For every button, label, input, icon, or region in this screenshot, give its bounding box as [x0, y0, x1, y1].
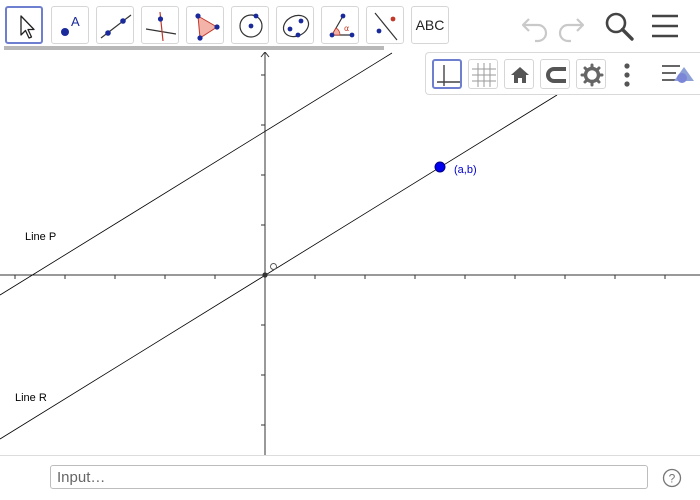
point-tool-button[interactable]: A [51, 6, 89, 44]
angle-tool-button[interactable]: α [321, 6, 359, 44]
show-axes-button[interactable] [432, 59, 462, 89]
x-axis-ticks [14, 275, 666, 279]
circle-tool-button[interactable] [231, 6, 269, 44]
text-tool-button[interactable]: ABC [411, 6, 449, 44]
more-options-icon[interactable] [620, 61, 634, 89]
y-axis-ticks [261, 74, 265, 426]
perpendicular-line-tool-button[interactable] [141, 6, 179, 44]
line-r[interactable] [0, 94, 558, 440]
line-tool-button[interactable] [96, 6, 134, 44]
conic-tool-button[interactable] [276, 6, 314, 44]
point-capturing-button[interactable] [540, 59, 570, 89]
toolbar-scroll-indicator [4, 46, 384, 50]
angle-icon: α [329, 13, 355, 38]
graphics-canvas[interactable]: (a,b) Line P Line R [0, 51, 700, 455]
line-r-label: Line R [15, 392, 47, 404]
help-symbol: ? [669, 472, 676, 486]
grid-icon [472, 63, 496, 87]
reflect-about-line-icon [374, 12, 398, 41]
cursor-arrow-icon [20, 15, 35, 39]
origin-label-marker [270, 263, 277, 270]
text-tool-label: ABC [415, 17, 445, 33]
circle-with-center-icon [239, 13, 263, 38]
magnet-icon [546, 67, 566, 83]
graphics-view[interactable]: (a,b) Line P Line R [0, 51, 700, 455]
point-tool-letter: A [71, 14, 80, 29]
polygon-tool-button[interactable] [186, 6, 224, 44]
main-menu-icon[interactable] [650, 8, 680, 44]
point-icon: A [61, 14, 80, 36]
input-bar: ? [0, 455, 700, 500]
graphics-settings-button[interactable] [576, 59, 606, 89]
search-icon[interactable] [603, 8, 635, 44]
move-tool-button[interactable] [5, 6, 43, 44]
axes-icon [437, 65, 460, 86]
perpendicular-line-icon [145, 11, 177, 42]
line-p[interactable] [0, 52, 393, 296]
line-p-label: Line P [25, 231, 56, 243]
origin-point[interactable] [262, 272, 268, 278]
algebra-input-field[interactable] [50, 465, 648, 489]
line-through-points-icon [100, 14, 132, 39]
reflect-tool-button[interactable] [366, 6, 404, 44]
undo-icon[interactable] [520, 8, 550, 44]
gear-icon [580, 63, 604, 87]
graphics-style-bar [425, 52, 700, 95]
help-icon[interactable]: ? [662, 468, 682, 488]
redo-icon[interactable] [556, 8, 586, 44]
toolbar: A α ABC [0, 0, 700, 52]
polygon-icon [195, 13, 220, 41]
standard-view-button[interactable] [504, 59, 534, 89]
toggle-style-bar-icon[interactable] [660, 59, 696, 89]
point-a-b-label: (a,b) [454, 164, 477, 176]
point-a-b[interactable] [434, 161, 446, 173]
angle-symbol: α [344, 24, 349, 33]
ellipse-icon [282, 14, 310, 38]
show-grid-button[interactable] [468, 59, 498, 89]
home-icon [511, 67, 529, 83]
